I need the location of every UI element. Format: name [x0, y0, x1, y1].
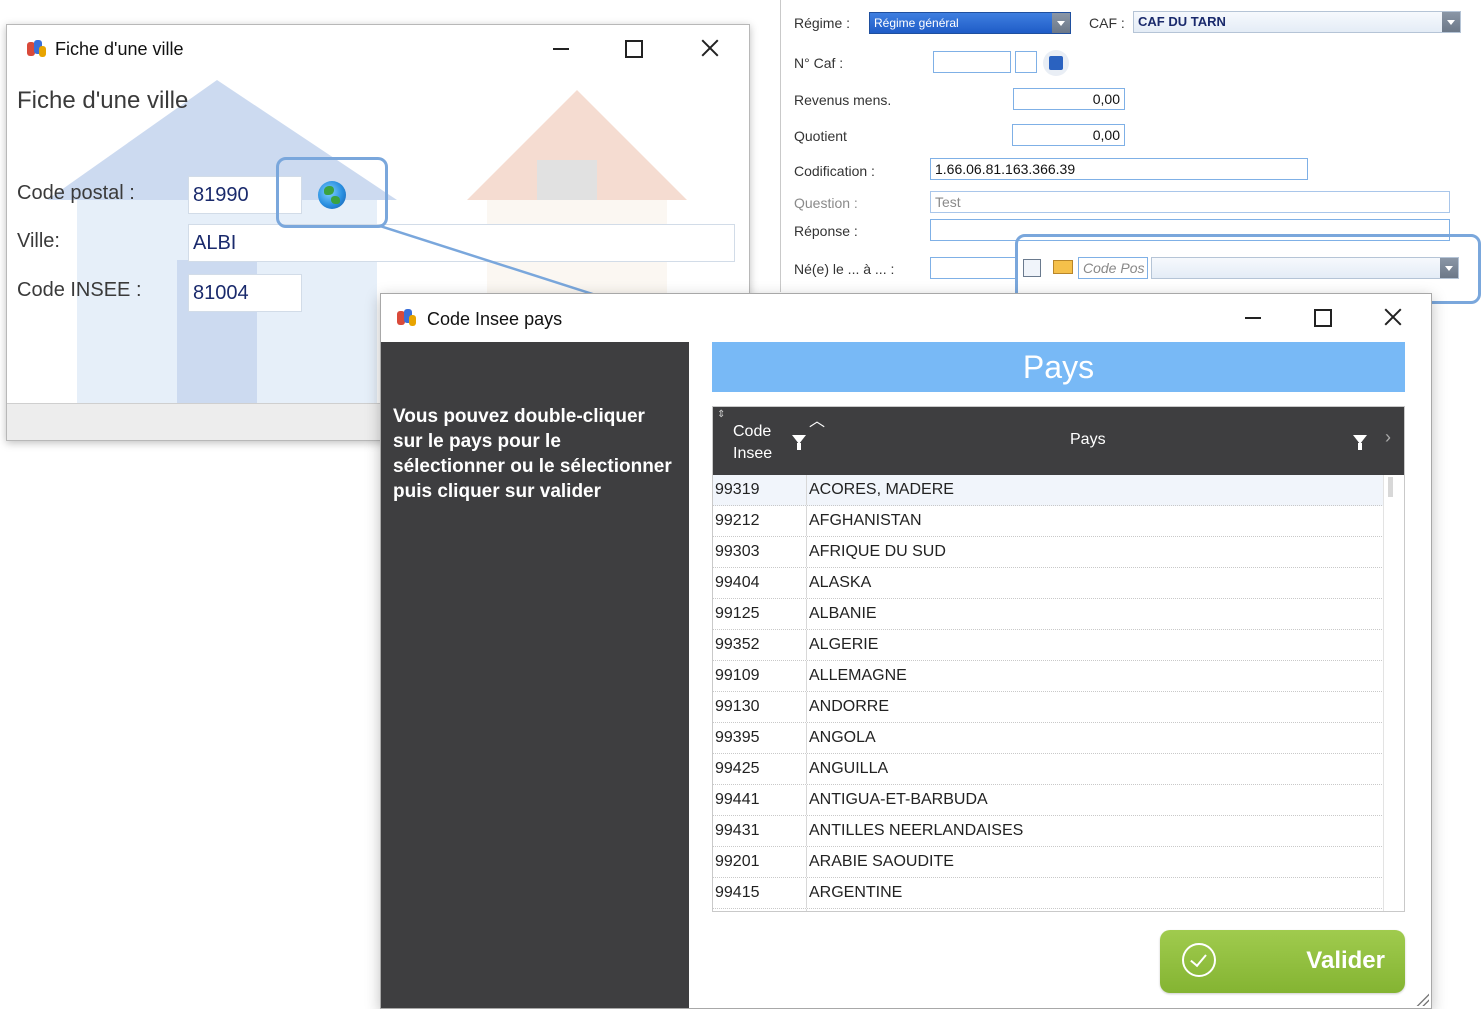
- minimize-button[interactable]: [1232, 300, 1272, 334]
- chevron-right-icon[interactable]: ›: [1385, 427, 1391, 448]
- cell-pays: ANDORRE: [809, 698, 890, 715]
- table-row[interactable]: 99130 ANDORRE: [713, 692, 1384, 723]
- cell-pays: AFRIQUE DU SUD: [809, 543, 946, 560]
- table-row[interactable]: 99125 ALBANIE: [713, 599, 1384, 630]
- window-title: Code Insee pays: [427, 309, 563, 329]
- cell-code-insee: 99303: [715, 543, 760, 560]
- close-button[interactable]: [1373, 300, 1413, 334]
- sort-toggle-icon[interactable]: ⇕: [717, 409, 725, 420]
- cell-pays: ANGOLA: [809, 729, 876, 746]
- maximize-button[interactable]: [1301, 300, 1341, 334]
- cell-pays: ARMENIE: [809, 909, 882, 911]
- filter-icon[interactable]: [1353, 435, 1367, 450]
- pays-table: ⇕ Code Insee ︿ Pays › 99319 ACORES, MADER…: [712, 406, 1405, 912]
- table-row[interactable]: 99415 ARGENTINE: [713, 878, 1384, 909]
- valider-button[interactable]: Valider: [1160, 930, 1405, 993]
- pays-header: Pays: [712, 342, 1405, 392]
- cell-pays: ARGENTINE: [809, 884, 903, 901]
- cell-pays: ALASKA: [809, 574, 872, 591]
- cell-code-insee: 99395: [715, 729, 760, 746]
- table-row[interactable]: 99212 AFGHANISTAN: [713, 506, 1384, 537]
- cell-pays: ALBANIE: [809, 605, 877, 622]
- cell-code-insee: 99201: [715, 853, 760, 870]
- instructions-panel: Vous pouvez double-cliquer sur le pays p…: [381, 342, 689, 1008]
- filter-icon[interactable]: [792, 435, 806, 450]
- table-row[interactable]: 99404 ALASKA: [713, 568, 1384, 599]
- table-row[interactable]: 99352 ALGERIE: [713, 630, 1384, 661]
- cell-pays: ANTIGUA-ET-BARBUDA: [809, 791, 988, 808]
- table-row[interactable]: 99441 ANTIGUA-ET-BARBUDA: [713, 785, 1384, 816]
- check-circle-icon: [1182, 943, 1216, 977]
- table-row[interactable]: 99319 ACORES, MADERE: [713, 475, 1384, 506]
- table-row[interactable]: 99425 ANGUILLA: [713, 754, 1384, 785]
- table-row[interactable]: 99201 ARABIE SAOUDITE: [713, 847, 1384, 878]
- column-header-pays[interactable]: Pays: [1070, 431, 1106, 449]
- cell-code-insee: 99212: [715, 512, 760, 529]
- cell-pays: ALLEMAGNE: [809, 667, 907, 684]
- cell-pays: ACORES, MADERE: [809, 481, 954, 498]
- valider-label: Valider: [1306, 947, 1385, 974]
- cell-pays: AFGHANISTAN: [809, 512, 922, 529]
- table-body: 99319 ACORES, MADERE 99212 AFGHANISTAN 99303…: [713, 475, 1384, 911]
- table-row[interactable]: 99352 ARMENIE: [713, 909, 1384, 911]
- cell-code-insee: 99431: [715, 822, 760, 839]
- cell-pays: ANTILLES NEERLANDAISES: [809, 822, 1024, 839]
- column-header-code-insee[interactable]: Code Insee: [733, 421, 772, 465]
- scrollbar-thumb[interactable]: [1388, 477, 1393, 497]
- instructions-text: Vous pouvez double-cliquer sur le pays p…: [393, 406, 672, 502]
- cell-pays: ALGERIE: [809, 636, 879, 653]
- cell-code-insee: 99130: [715, 698, 760, 715]
- cell-code-insee: 99415: [715, 884, 760, 901]
- cell-code-insee: 99109: [715, 667, 760, 684]
- cell-code-insee: 99125: [715, 605, 760, 622]
- table-row[interactable]: 99431 ANTILLES NEERLANDAISES: [713, 816, 1384, 847]
- cell-code-insee: 99404: [715, 574, 760, 591]
- cell-pays: ANGUILLA: [809, 760, 889, 777]
- column-header-code-line1: Code: [733, 423, 772, 440]
- column-header-code-line2: Insee: [733, 445, 773, 462]
- table-row[interactable]: 99395 ANGOLA: [713, 723, 1384, 754]
- cell-code-insee: 99352: [715, 909, 760, 911]
- code-insee-pays-window: Code Insee pays Vous pouvez double-cliqu…: [380, 293, 1432, 1009]
- table-row[interactable]: 99109 ALLEMAGNE: [713, 661, 1384, 692]
- pays-titlebar: Code Insee pays: [381, 294, 1431, 342]
- cell-pays: ARABIE SAOUDITE: [809, 853, 954, 870]
- resize-grip[interactable]: [1415, 992, 1429, 1006]
- cell-code-insee: 99425: [715, 760, 760, 777]
- table-row[interactable]: 99303 AFRIQUE DU SUD: [713, 537, 1384, 568]
- cell-code-insee: 99319: [715, 481, 760, 498]
- cell-code-insee: 99352: [715, 636, 760, 653]
- app-logo-icon: [395, 307, 417, 327]
- vertical-scrollbar[interactable]: [1383, 475, 1404, 911]
- table-header: ⇕ Code Insee ︿ Pays ›: [713, 407, 1404, 475]
- cell-code-insee: 99441: [715, 791, 760, 808]
- sort-ascending-icon[interactable]: ︿: [809, 407, 825, 431]
